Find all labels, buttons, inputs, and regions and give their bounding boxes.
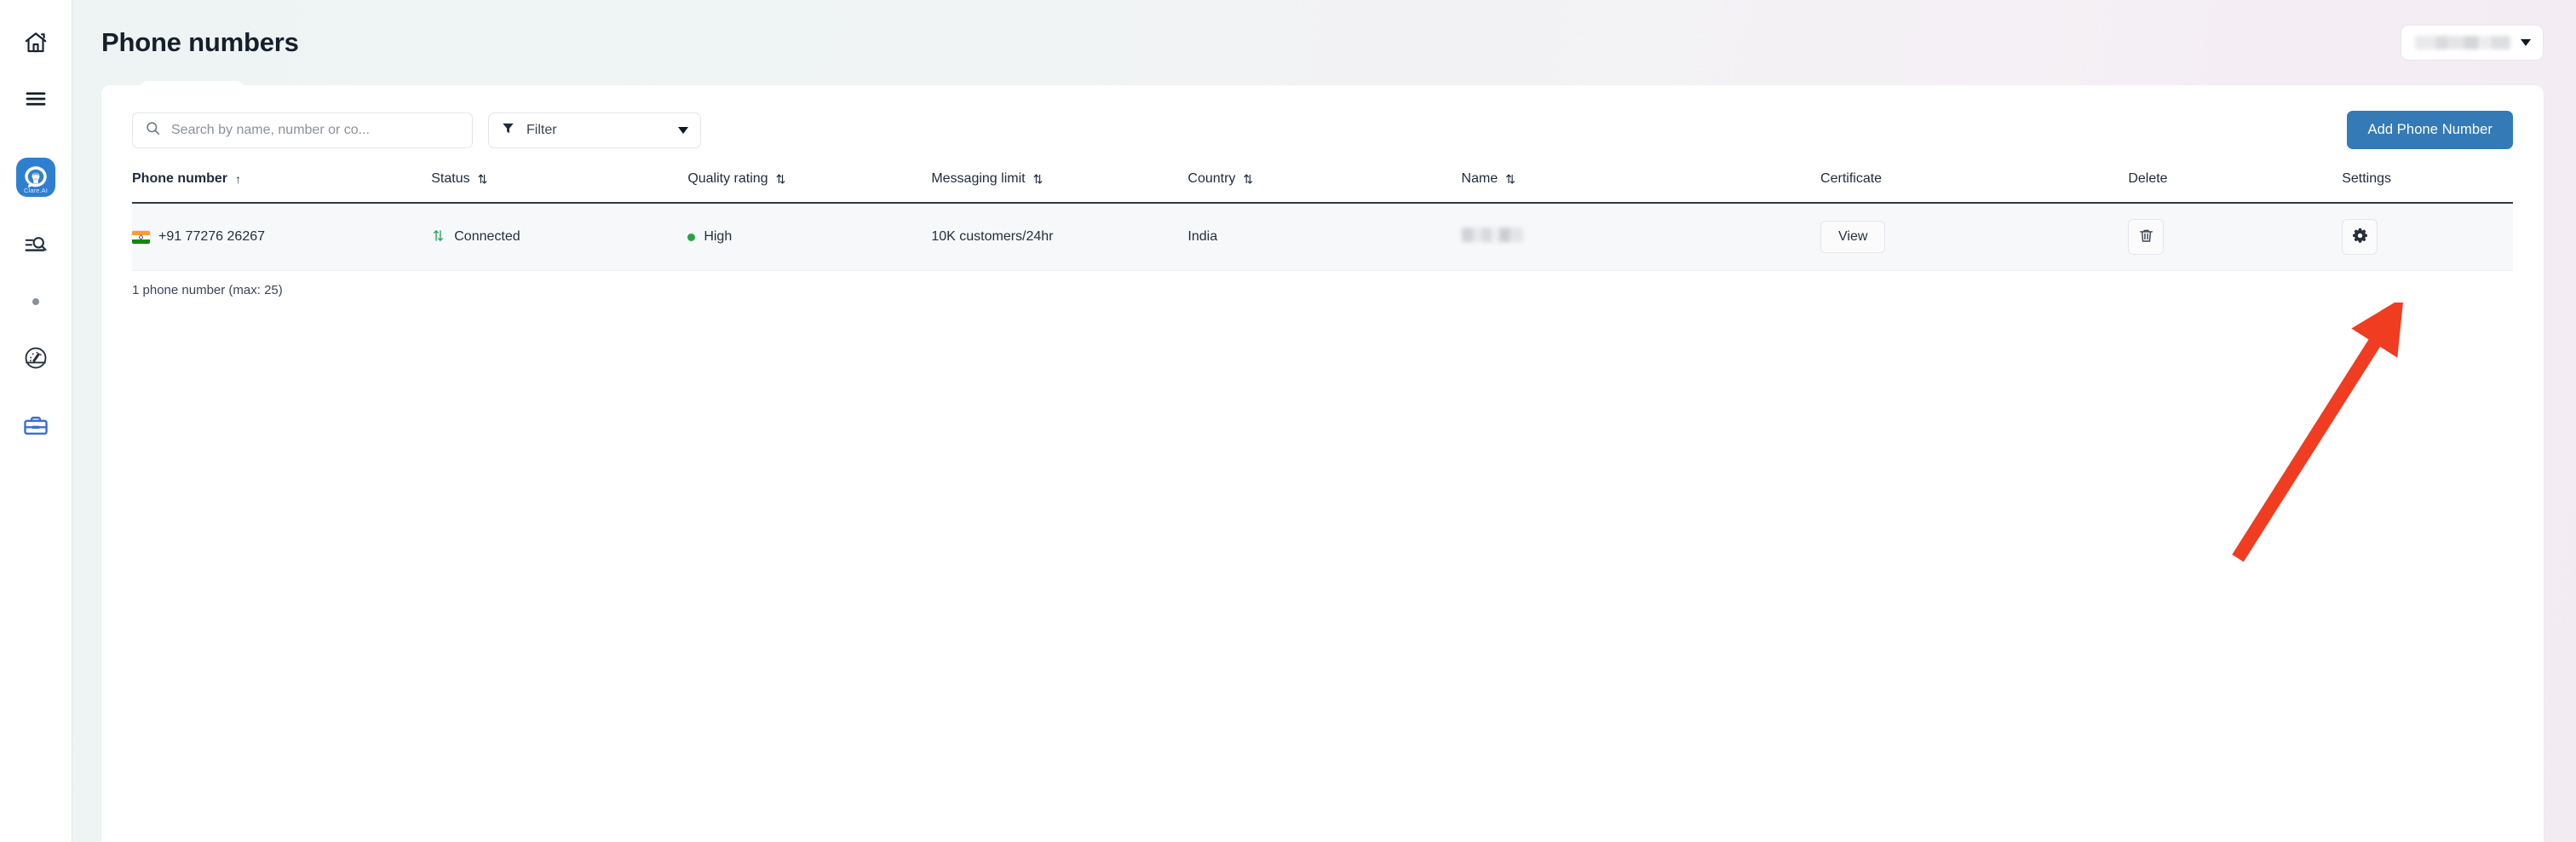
- view-certificate-button[interactable]: View: [1820, 221, 1886, 253]
- status-value: Connected: [454, 229, 520, 244]
- column-header-quality-rating[interactable]: Quality rating ⇅: [687, 171, 932, 204]
- column-header-settings: Settings: [2342, 171, 2513, 204]
- search-input[interactable]: [171, 122, 460, 138]
- header-right: [2401, 25, 2544, 61]
- page-title: Phone numbers: [101, 27, 299, 57]
- sort-toggle-icon: ⇅: [1032, 172, 1044, 186]
- column-label: Settings: [2342, 171, 2392, 186]
- sidebar-item-search-list[interactable]: [12, 222, 60, 269]
- phone-number-value: +91 77276 26267: [158, 229, 266, 244]
- clare-ai-logo-label: Clare.AI: [24, 187, 48, 194]
- search-icon: [145, 120, 161, 141]
- cell-country: India: [1187, 203, 1462, 271]
- account-name-redacted: [2415, 36, 2510, 49]
- sidebar-item-workspace[interactable]: [12, 402, 60, 450]
- column-header-phone-number[interactable]: Phone number ↑: [132, 171, 432, 204]
- column-header-delete: Delete: [2128, 171, 2343, 204]
- table-header: Phone number ↑ Status ⇅ Quality rating ⇅…: [132, 171, 2513, 204]
- sidebar-item-status-dot[interactable]: [12, 278, 60, 326]
- column-header-messaging-limit[interactable]: Messaging limit ⇅: [931, 171, 1188, 204]
- cell-messaging-limit: 10K customers/24hr: [931, 203, 1188, 271]
- sidebar-item-menu[interactable]: [12, 75, 60, 123]
- column-label: Quality rating: [687, 171, 768, 186]
- column-label: Messaging limit: [931, 171, 1026, 186]
- sidebar-item-performance[interactable]: [12, 334, 60, 382]
- cell-status: Connected: [431, 203, 688, 271]
- add-phone-number-button[interactable]: Add Phone Number: [2347, 111, 2513, 149]
- table-footnote: 1 phone number (max: 25): [132, 283, 283, 297]
- gauge-icon: [23, 345, 49, 371]
- quality-rating-value: High: [704, 229, 733, 244]
- cell-settings: [2342, 203, 2513, 271]
- column-label: Name: [1461, 171, 1498, 186]
- column-label: Delete: [2128, 171, 2168, 186]
- column-header-name[interactable]: Name ⇅: [1461, 171, 1821, 204]
- delete-row-button[interactable]: [2128, 219, 2165, 255]
- phone-numbers-table: Phone number ↑ Status ⇅ Quality rating ⇅…: [132, 81, 2513, 271]
- cell-delete: [2128, 203, 2343, 271]
- column-label: Phone number: [132, 171, 228, 186]
- account-chip[interactable]: [2401, 25, 2544, 61]
- search-box[interactable]: [132, 112, 473, 148]
- chevron-down-icon: [2521, 39, 2531, 46]
- settings-gear-button[interactable]: [2342, 219, 2378, 255]
- sync-arrows-icon: [431, 228, 446, 246]
- cell-quality-rating: High: [687, 203, 932, 271]
- india-flag-icon: [132, 230, 150, 244]
- left-sidebar: Clare.AI: [0, 0, 72, 842]
- quality-status-dot-icon: [687, 233, 696, 241]
- table-body: +91 77276 26267 Connected High 10K custo…: [132, 81, 2513, 271]
- cell-certificate: View: [1820, 203, 2129, 271]
- main-area: Phone numbers Search by name, number or …: [72, 0, 2576, 842]
- column-label: Country: [1187, 171, 1236, 186]
- hamburger-menu-icon: [23, 86, 49, 112]
- column-header-country[interactable]: Country ⇅: [1187, 171, 1462, 204]
- sidebar-item-clare-ai[interactable]: Clare.AI: [12, 153, 60, 201]
- phone-numbers-card: Filter Add Phone Number: [101, 81, 2544, 842]
- dot-icon: [32, 298, 39, 305]
- briefcase-icon: [22, 412, 49, 440]
- column-header-certificate: Certificate: [1820, 171, 2129, 204]
- column-label: Status: [431, 171, 470, 186]
- home-icon: [23, 30, 49, 55]
- table-header-row: Phone number ↑ Status ⇅ Quality rating ⇅…: [132, 171, 2513, 204]
- phone-number-redaction-overlay: [141, 81, 244, 97]
- column-label: Certificate: [1820, 171, 1883, 186]
- sort-toggle-icon: ⇅: [1505, 172, 1515, 186]
- name-redacted: [1461, 228, 1523, 242]
- sort-toggle-icon: ⇅: [477, 172, 488, 186]
- sidebar-item-home[interactable]: [12, 19, 60, 66]
- column-header-status[interactable]: Status ⇅: [431, 171, 688, 204]
- sort-toggle-icon: ⇅: [775, 172, 786, 186]
- filter-dropdown[interactable]: Filter: [488, 112, 701, 148]
- clare-ai-logo: Clare.AI: [16, 158, 55, 197]
- chevron-down-icon: [678, 126, 688, 134]
- page-header: Phone numbers: [72, 0, 2576, 85]
- filter-label: Filter: [526, 122, 557, 137]
- table-row: +91 77276 26267 Connected High 10K custo…: [132, 81, 2513, 271]
- cell-name: [1461, 203, 1821, 271]
- sort-asc-icon: ↑: [235, 172, 241, 186]
- gear-icon: [2351, 227, 2369, 247]
- funnel-icon: [501, 121, 515, 140]
- sort-toggle-icon: ⇅: [1243, 172, 1253, 186]
- cell-phone-number: +91 77276 26267: [132, 81, 432, 271]
- app-root: Clare.AI Phone numbers Search by name, n…: [0, 0, 2576, 842]
- search-list-icon: [23, 233, 49, 258]
- table-toolbar: Filter Add Phone Number: [132, 111, 2513, 149]
- trash-icon: [2138, 228, 2154, 246]
